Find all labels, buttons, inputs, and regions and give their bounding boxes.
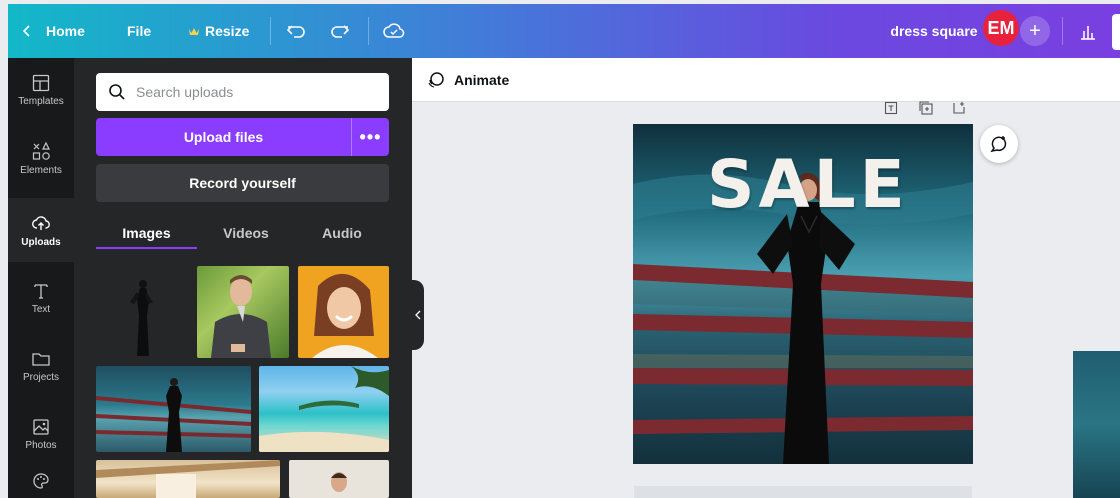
divider <box>368 17 369 45</box>
upload-files-label: Upload files <box>183 129 264 145</box>
cloud-check-icon <box>383 23 405 38</box>
home-button[interactable]: Home <box>20 4 100 58</box>
add-page-button[interactable] <box>952 100 966 116</box>
add-text-page-button[interactable] <box>884 100 898 116</box>
avatar-initials: EM <box>987 17 1015 38</box>
upload-thumbnail[interactable] <box>298 266 389 358</box>
tab-images[interactable]: Images <box>96 216 197 250</box>
upload-thumbnail[interactable] <box>259 366 389 452</box>
upload-thumbnail[interactable] <box>96 366 251 452</box>
templates-icon <box>32 74 50 91</box>
tab-label: Audio <box>322 225 362 241</box>
undo-button[interactable] <box>284 19 308 43</box>
sale-text-element[interactable]: SALE <box>707 150 905 220</box>
design-title[interactable]: dress square <box>884 4 984 58</box>
search-input[interactable]: Search uploads <box>96 73 389 111</box>
sidebar-item-label: Uploads <box>21 236 61 248</box>
resize-button[interactable]: Resize <box>188 4 258 58</box>
photos-icon <box>33 418 49 435</box>
record-yourself-label: Record yourself <box>189 175 296 191</box>
tab-audio[interactable]: Audio <box>292 216 392 250</box>
duplicate-page-button[interactable] <box>918 100 934 116</box>
collapse-panel-button[interactable] <box>412 280 424 350</box>
sidebar-item-uploads[interactable]: Uploads <box>8 198 74 262</box>
duplicate-icon <box>919 101 933 115</box>
top-bar: Home File Resize dress square EM + <box>8 4 1120 58</box>
file-label: File <box>127 23 152 39</box>
upload-thumbnail[interactable] <box>96 460 280 498</box>
sidebar: Templates Elements Uploads Text Projects… <box>8 58 74 498</box>
more-options-button[interactable]: ••• <box>351 118 389 156</box>
chevron-left-icon <box>22 25 30 37</box>
share-button-edge[interactable] <box>1112 14 1120 50</box>
woman-balcony-image <box>96 378 251 452</box>
sidebar-item-label: Text <box>31 303 51 315</box>
more-icon: ••• <box>359 126 382 147</box>
sidebar-item-templates[interactable]: Templates <box>8 58 74 122</box>
adjacent-design-preview[interactable] <box>1073 351 1120 498</box>
woman-dress-image <box>130 280 153 356</box>
upload-thumbnail[interactable] <box>96 266 188 358</box>
file-menu[interactable]: File <box>127 4 167 58</box>
tropical-beach-image <box>259 366 389 452</box>
home-label: Home <box>46 23 85 39</box>
save-status-button[interactable] <box>382 19 406 43</box>
upload-files-button[interactable]: Upload files <box>96 118 351 156</box>
upload-thumbnail[interactable] <box>289 460 389 498</box>
sidebar-item-text[interactable]: Text <box>8 266 74 330</box>
text-box-icon <box>884 101 898 115</box>
upload-cloud-icon <box>32 215 50 230</box>
uploads-panel: Search uploads Upload files ••• Record y… <box>74 58 412 498</box>
upload-thumbnail[interactable] <box>197 266 289 358</box>
tab-label: Images <box>122 225 171 241</box>
upload-files-button-group: Upload files ••• <box>96 118 389 156</box>
avatar[interactable]: EM <box>983 10 1019 46</box>
insights-button[interactable] <box>1076 19 1100 43</box>
sidebar-item-label: Photos <box>25 439 57 451</box>
animate-button[interactable]: Animate <box>426 70 509 90</box>
redo-icon <box>331 25 350 38</box>
next-page-preview[interactable] <box>634 486 972 498</box>
redo-button[interactable] <box>328 19 352 43</box>
record-yourself-button[interactable]: Record yourself <box>96 164 389 202</box>
sidebar-item-elements[interactable]: Elements <box>8 126 74 190</box>
search-placeholder: Search uploads <box>136 84 234 100</box>
text-icon <box>34 283 48 299</box>
sidebar-item-label: Templates <box>18 95 64 107</box>
chevron-left-icon <box>415 310 421 320</box>
divider <box>270 17 271 45</box>
man-suit-image <box>331 472 347 492</box>
interior-image <box>96 460 280 498</box>
search-icon <box>109 84 125 100</box>
animate-label: Animate <box>454 71 510 88</box>
bar-chart-icon <box>1081 26 1095 40</box>
crown-icon <box>189 28 199 35</box>
smiling-woman-image <box>312 273 378 358</box>
resize-label: Resize <box>205 23 250 39</box>
sidebar-item-photos[interactable]: Photos <box>8 402 74 466</box>
tab-label: Videos <box>223 225 269 241</box>
sidebar-item-more[interactable] <box>8 472 74 498</box>
animate-icon <box>428 71 444 88</box>
active-tab-indicator <box>96 247 197 249</box>
sidebar-item-projects[interactable]: Projects <box>8 334 74 398</box>
comment-icon <box>990 136 1007 153</box>
divider <box>1062 17 1063 45</box>
design-page[interactable]: SALE <box>633 124 973 464</box>
add-page-icon <box>953 102 965 114</box>
undo-icon <box>286 25 305 38</box>
palette-icon <box>33 473 49 489</box>
man-portrait-image <box>211 275 271 358</box>
elements-icon <box>32 141 50 160</box>
folder-icon <box>32 352 50 366</box>
add-collaborator-button[interactable]: + <box>1020 16 1050 46</box>
design-title-label: dress square <box>890 23 978 39</box>
sidebar-item-label: Elements <box>20 164 62 176</box>
sidebar-item-label: Projects <box>22 371 60 383</box>
add-comment-button[interactable] <box>980 125 1018 163</box>
tab-videos[interactable]: Videos <box>196 216 296 250</box>
plus-icon: + <box>1029 19 1041 42</box>
editor-toolbar: Animate <box>412 58 1120 102</box>
